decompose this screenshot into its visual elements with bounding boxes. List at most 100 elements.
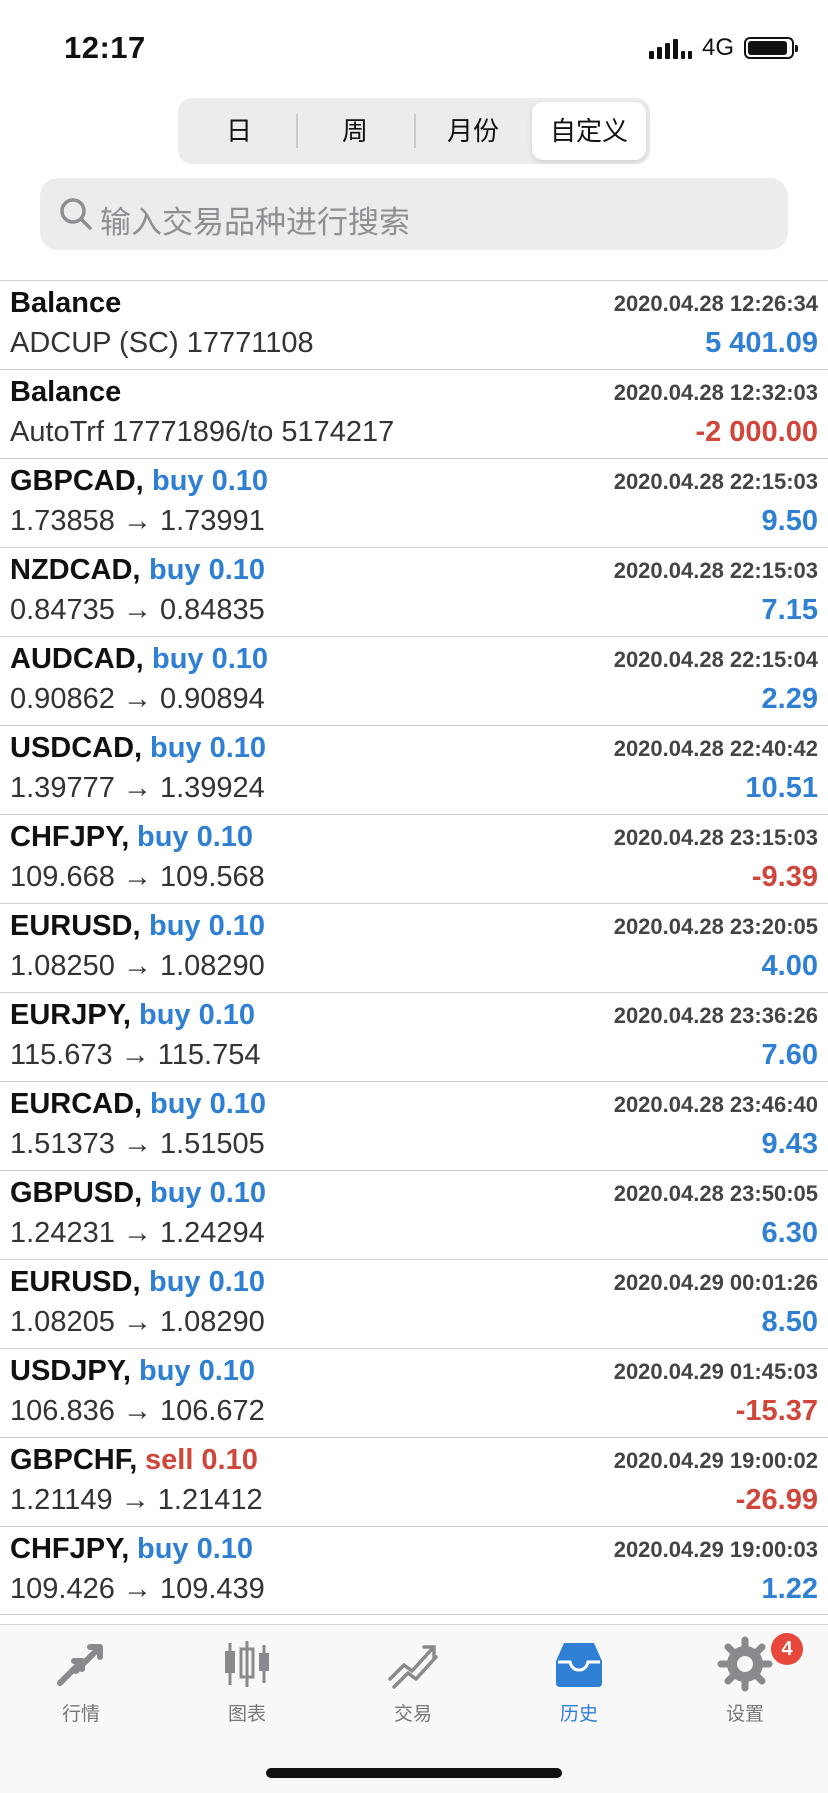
segment-week[interactable]: 周 — [298, 102, 412, 160]
history-row[interactable]: USDJPY, buy 0.10 106.836 → 106.672 2020.04.… — [0, 1348, 828, 1437]
row-detail: 1.24231 → 1.24294 — [10, 1217, 265, 1249]
row-detail: 109.668 → 109.568 — [10, 861, 265, 893]
row-symbol: CHFJPY, — [10, 821, 130, 853]
row-datetime: 2020.04.28 23:50:05 — [613, 1181, 818, 1206]
row-profit: -9.39 — [751, 861, 818, 893]
row-detail: AutoTrf 17771896/to 5174217 — [10, 416, 395, 448]
row-side-volume: sell 0.10 — [145, 1444, 258, 1476]
search-icon — [60, 198, 92, 230]
row-side-volume: buy 0.10 — [149, 1266, 266, 1298]
tab-settings[interactable]: 4 设置 — [685, 1633, 805, 1726]
row-datetime: 2020.04.28 22:15:04 — [613, 647, 818, 672]
history-row[interactable]: USDCAD, buy 0.10 1.39777 → 1.39924 2020.04.… — [0, 725, 828, 814]
history-row[interactable]: GBPCHF, sell 0.10 1.21149 → 1.21412 2020.04… — [0, 1437, 828, 1526]
settings-icon — [717, 1636, 773, 1692]
network-type: 4G — [701, 34, 734, 61]
row-symbol: USDCAD, — [10, 732, 143, 764]
tab-label: 设置 — [725, 1704, 764, 1725]
history-list: Balance ADCUP (SC) 17771108 2020.04.28 12:… — [0, 280, 828, 1615]
status-time: 12:17 — [64, 30, 146, 65]
segment-month[interactable]: 月份 — [416, 102, 530, 160]
row-profit: 8.50 — [761, 1306, 818, 1338]
row-symbol: EURUSD, — [10, 1266, 141, 1298]
row-profit: -15.37 — [735, 1395, 818, 1427]
row-profit: 10.51 — [745, 772, 818, 804]
row-datetime: 2020.04.28 23:15:03 — [613, 825, 818, 850]
row-symbol: EURCAD, — [10, 1088, 143, 1120]
tab-chart[interactable]: 图表 — [187, 1635, 307, 1726]
row-symbol: EURJPY, — [10, 999, 131, 1031]
search-placeholder: 输入交易品种进行搜索 — [100, 205, 410, 240]
row-datetime: 2020.04.28 12:26:34 — [613, 291, 818, 316]
segment-day[interactable]: 日 — [182, 102, 296, 160]
row-side-volume: buy 0.10 — [149, 910, 266, 942]
row-datetime: 2020.04.28 23:46:40 — [613, 1092, 818, 1117]
history-icon — [556, 1643, 602, 1687]
row-symbol: GBPCAD, — [10, 465, 144, 497]
row-side-volume: buy 0.10 — [150, 1177, 267, 1209]
row-profit: 7.60 — [761, 1039, 818, 1071]
history-row[interactable]: CHFJPY, buy 0.10 109.668 → 109.568 2020.04.… — [0, 814, 828, 903]
row-symbol: NZDCAD, — [10, 554, 141, 586]
row-datetime: 2020.04.28 12:32:03 — [613, 380, 818, 405]
tab-label: 交易 — [393, 1704, 432, 1725]
row-side-volume: buy 0.10 — [137, 1533, 254, 1565]
trade-icon — [388, 1645, 438, 1689]
tab-trade[interactable]: 交易 — [353, 1635, 473, 1726]
period-segmented-control: 日 周 月份 自定义 — [178, 98, 650, 164]
row-side-volume: buy 0.10 — [139, 1355, 256, 1387]
row-side-volume: buy 0.10 — [150, 732, 267, 764]
row-datetime: 2020.04.28 23:36:26 — [613, 1003, 818, 1028]
row-detail: 0.84735 → 0.84835 — [10, 594, 265, 626]
history-row[interactable]: EURUSD, buy 0.10 1.08250 → 1.08290 2020.04.… — [0, 903, 828, 992]
row-profit: -2 000.00 — [695, 416, 818, 448]
row-side-volume: buy 0.10 — [137, 821, 254, 853]
history-row[interactable]: EURJPY, buy 0.10 115.673 → 115.754 2020.04.… — [0, 992, 828, 1081]
segment-custom[interactable]: 自定义 — [532, 102, 646, 160]
row-datetime: 2020.04.29 19:00:03 — [613, 1537, 818, 1562]
row-profit: 6.30 — [761, 1217, 818, 1249]
row-profit: -26.99 — [735, 1484, 818, 1516]
row-profit: 9.50 — [761, 505, 818, 537]
row-detail: 1.21149 → 1.21412 — [10, 1484, 263, 1516]
row-datetime: 2020.04.29 00:01:26 — [613, 1270, 818, 1295]
row-side-volume: buy 0.10 — [150, 1088, 267, 1120]
row-symbol: Balance — [10, 287, 122, 319]
tab-label: 历史 — [559, 1704, 598, 1725]
row-profit: 2.29 — [761, 683, 818, 715]
history-row[interactable]: GBPCAD, buy 0.10 1.73858 → 1.73991 2020.04.… — [0, 458, 828, 547]
row-symbol: CHFJPY, — [10, 1533, 130, 1565]
row-side-volume: buy 0.10 — [152, 643, 269, 675]
history-row[interactable]: CHFJPY, buy 0.10 109.426 → 109.439 2020.04.… — [0, 1526, 828, 1615]
history-row[interactable]: AUDCAD, buy 0.10 0.90862 → 0.90894 2020.04.… — [0, 636, 828, 725]
signal-icon — [648, 37, 692, 59]
tab-quotes[interactable]: 行情 — [21, 1635, 141, 1726]
row-detail: 1.39777 → 1.39924 — [10, 772, 265, 804]
row-datetime: 2020.04.28 22:15:03 — [613, 469, 818, 494]
tab-label: 图表 — [227, 1704, 266, 1725]
history-row[interactable]: EURCAD, buy 0.10 1.51373 → 1.51505 2020.04.… — [0, 1081, 828, 1170]
row-profit: 4.00 — [761, 950, 818, 982]
row-datetime: 2020.04.29 19:00:02 — [613, 1448, 818, 1473]
history-row[interactable]: GBPUSD, buy 0.10 1.24231 → 1.24294 2020.04.… — [0, 1170, 828, 1259]
row-detail: 1.08205 → 1.08290 — [10, 1306, 265, 1338]
row-datetime: 2020.04.28 23:20:05 — [613, 914, 818, 939]
row-profit: 5 401.09 — [705, 327, 818, 359]
history-row[interactable]: Balance AutoTrf 17771896/to 5174217 2020.0… — [0, 369, 828, 458]
row-detail: 1.08250 → 1.08290 — [10, 950, 265, 982]
row-detail: 0.90862 → 0.90894 — [10, 683, 265, 715]
row-datetime: 2020.04.29 01:45:03 — [613, 1359, 818, 1384]
row-profit: 9.43 — [761, 1128, 818, 1160]
history-row[interactable]: NZDCAD, buy 0.10 0.84735 → 0.84835 2020.04.… — [0, 547, 828, 636]
history-row[interactable]: EURUSD, buy 0.10 1.08205 → 1.08290 2020.04.… — [0, 1259, 828, 1348]
quotes-icon — [57, 1644, 103, 1686]
row-side-volume: buy 0.10 — [139, 999, 256, 1031]
battery-icon — [744, 37, 798, 59]
row-symbol: GBPCHF, — [10, 1444, 138, 1476]
tab-history[interactable]: 历史 — [519, 1635, 639, 1726]
row-detail: 1.51373 → 1.51505 — [10, 1128, 265, 1160]
row-detail: 109.426 → 109.439 — [10, 1573, 265, 1605]
row-detail: 1.73858 → 1.73991 — [10, 505, 265, 537]
history-row[interactable]: Balance ADCUP (SC) 17771108 2020.04.28 12:… — [0, 280, 828, 369]
search-input[interactable]: 输入交易品种进行搜索 — [40, 178, 788, 250]
